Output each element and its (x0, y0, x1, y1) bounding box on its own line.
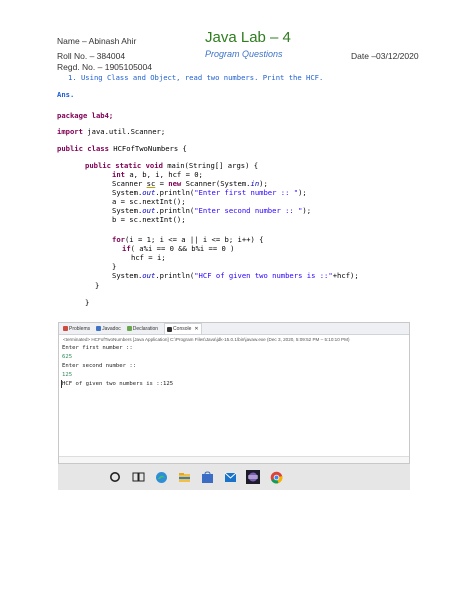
console-out-1: Enter first number :: (62, 345, 133, 351)
store-icon[interactable] (200, 470, 214, 484)
code-line-print2: System.out.println("Enter second number … (112, 206, 312, 215)
task-view-icon[interactable] (131, 470, 145, 484)
console-in-2: 125 (62, 372, 73, 378)
horizontal-scrollbar[interactable] (59, 456, 409, 463)
regd-number: Regd. No. – 1905105004 (57, 62, 152, 72)
doc-subtitle: Program Questions (205, 49, 283, 59)
mail-icon[interactable] (223, 470, 237, 484)
code-line-main-close: } (95, 281, 100, 290)
roll-number: Roll No. – 384004 (57, 51, 126, 61)
code-line-if: if( a%i == 0 && b%i == 0 ) (122, 244, 235, 253)
console-out-2: Enter second number :: (62, 363, 137, 369)
code-line-assign: hcf = i; (131, 253, 166, 262)
code-line-package: package lab4; (57, 111, 114, 120)
code-line-vars: int a, b, i, hcf = 0; (112, 170, 203, 179)
tab-javadoc[interactable]: Javadoc (96, 326, 121, 332)
code-line-main: public static void main(String[] args) { (85, 161, 259, 170)
tab-declaration[interactable]: Declaration (126, 326, 158, 332)
tab-problems[interactable]: Problems (63, 326, 90, 332)
code-line-read-a: a = sc.nextInt(); (112, 197, 186, 206)
code-line-read-b: b = sc.nextInt(); (112, 215, 186, 224)
code-line-class-close: } (85, 298, 90, 307)
cortana-icon[interactable] (108, 470, 122, 484)
terminated-status: <terminated> HCFofTwoNumbers [Java Appli… (63, 337, 350, 342)
code-line-print3: System.out.println("HCF of given two num… (112, 271, 359, 280)
console-panel: Problems Javadoc Declaration Console ✕ <… (58, 322, 410, 464)
taskbar (58, 464, 410, 490)
chrome-icon[interactable] (269, 470, 283, 484)
code-line-scanner: Scanner sc = new Scanner(System.in); (112, 179, 268, 188)
question-text: 1. Using Class and Object, read two numb… (68, 73, 324, 82)
code-line-class: public class HCFofTwoNumbers { (57, 144, 187, 153)
doc-date: Date –03/12/2020 (351, 51, 419, 61)
console-in-1: 625 (62, 354, 73, 360)
student-name: Name – Abinash Ahir (57, 36, 137, 46)
tab-console[interactable]: Console ✕ (164, 323, 202, 334)
eclipse-icon[interactable] (246, 470, 260, 484)
declaration-icon (126, 326, 132, 331)
close-icon[interactable]: ✕ (194, 326, 198, 332)
text-cursor (61, 380, 62, 388)
code-line-for: for(i = 1; i <= a || i <= b; i++) { (112, 235, 264, 244)
console-out-3: HCF of given two numbers is ::125 (62, 381, 174, 387)
file-explorer-icon[interactable] (177, 470, 191, 484)
code-line-import: import java.util.Scanner; (57, 127, 166, 136)
console-icon (167, 326, 173, 332)
console-tabbar: Problems Javadoc Declaration Console ✕ (59, 323, 409, 335)
code-line-for-close: } (112, 262, 117, 271)
code-line-print1: System.out.println("Enter first number :… (112, 188, 307, 197)
javadoc-icon (96, 326, 102, 331)
problems-icon (63, 326, 68, 331)
edge-icon[interactable] (154, 470, 168, 484)
answer-label: Ans. (57, 90, 75, 99)
doc-title: Java Lab – 4 (205, 29, 291, 46)
